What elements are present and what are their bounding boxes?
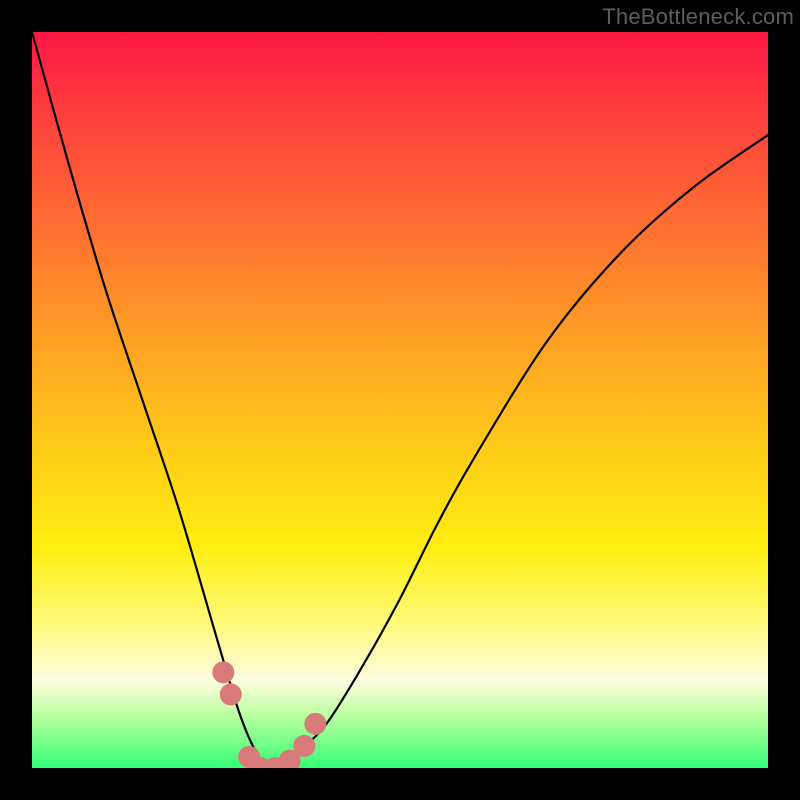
marker-point <box>220 683 242 705</box>
chart-svg <box>32 32 768 768</box>
marker-point <box>212 661 234 683</box>
marker-point <box>304 713 326 735</box>
watermark: TheBottleneck.com <box>602 4 794 30</box>
series-line <box>32 32 768 768</box>
plot-area <box>32 32 768 768</box>
marker-point <box>293 735 315 757</box>
series-group <box>32 32 768 768</box>
chart-frame: TheBottleneck.com <box>0 0 800 800</box>
markers-group <box>212 661 326 768</box>
